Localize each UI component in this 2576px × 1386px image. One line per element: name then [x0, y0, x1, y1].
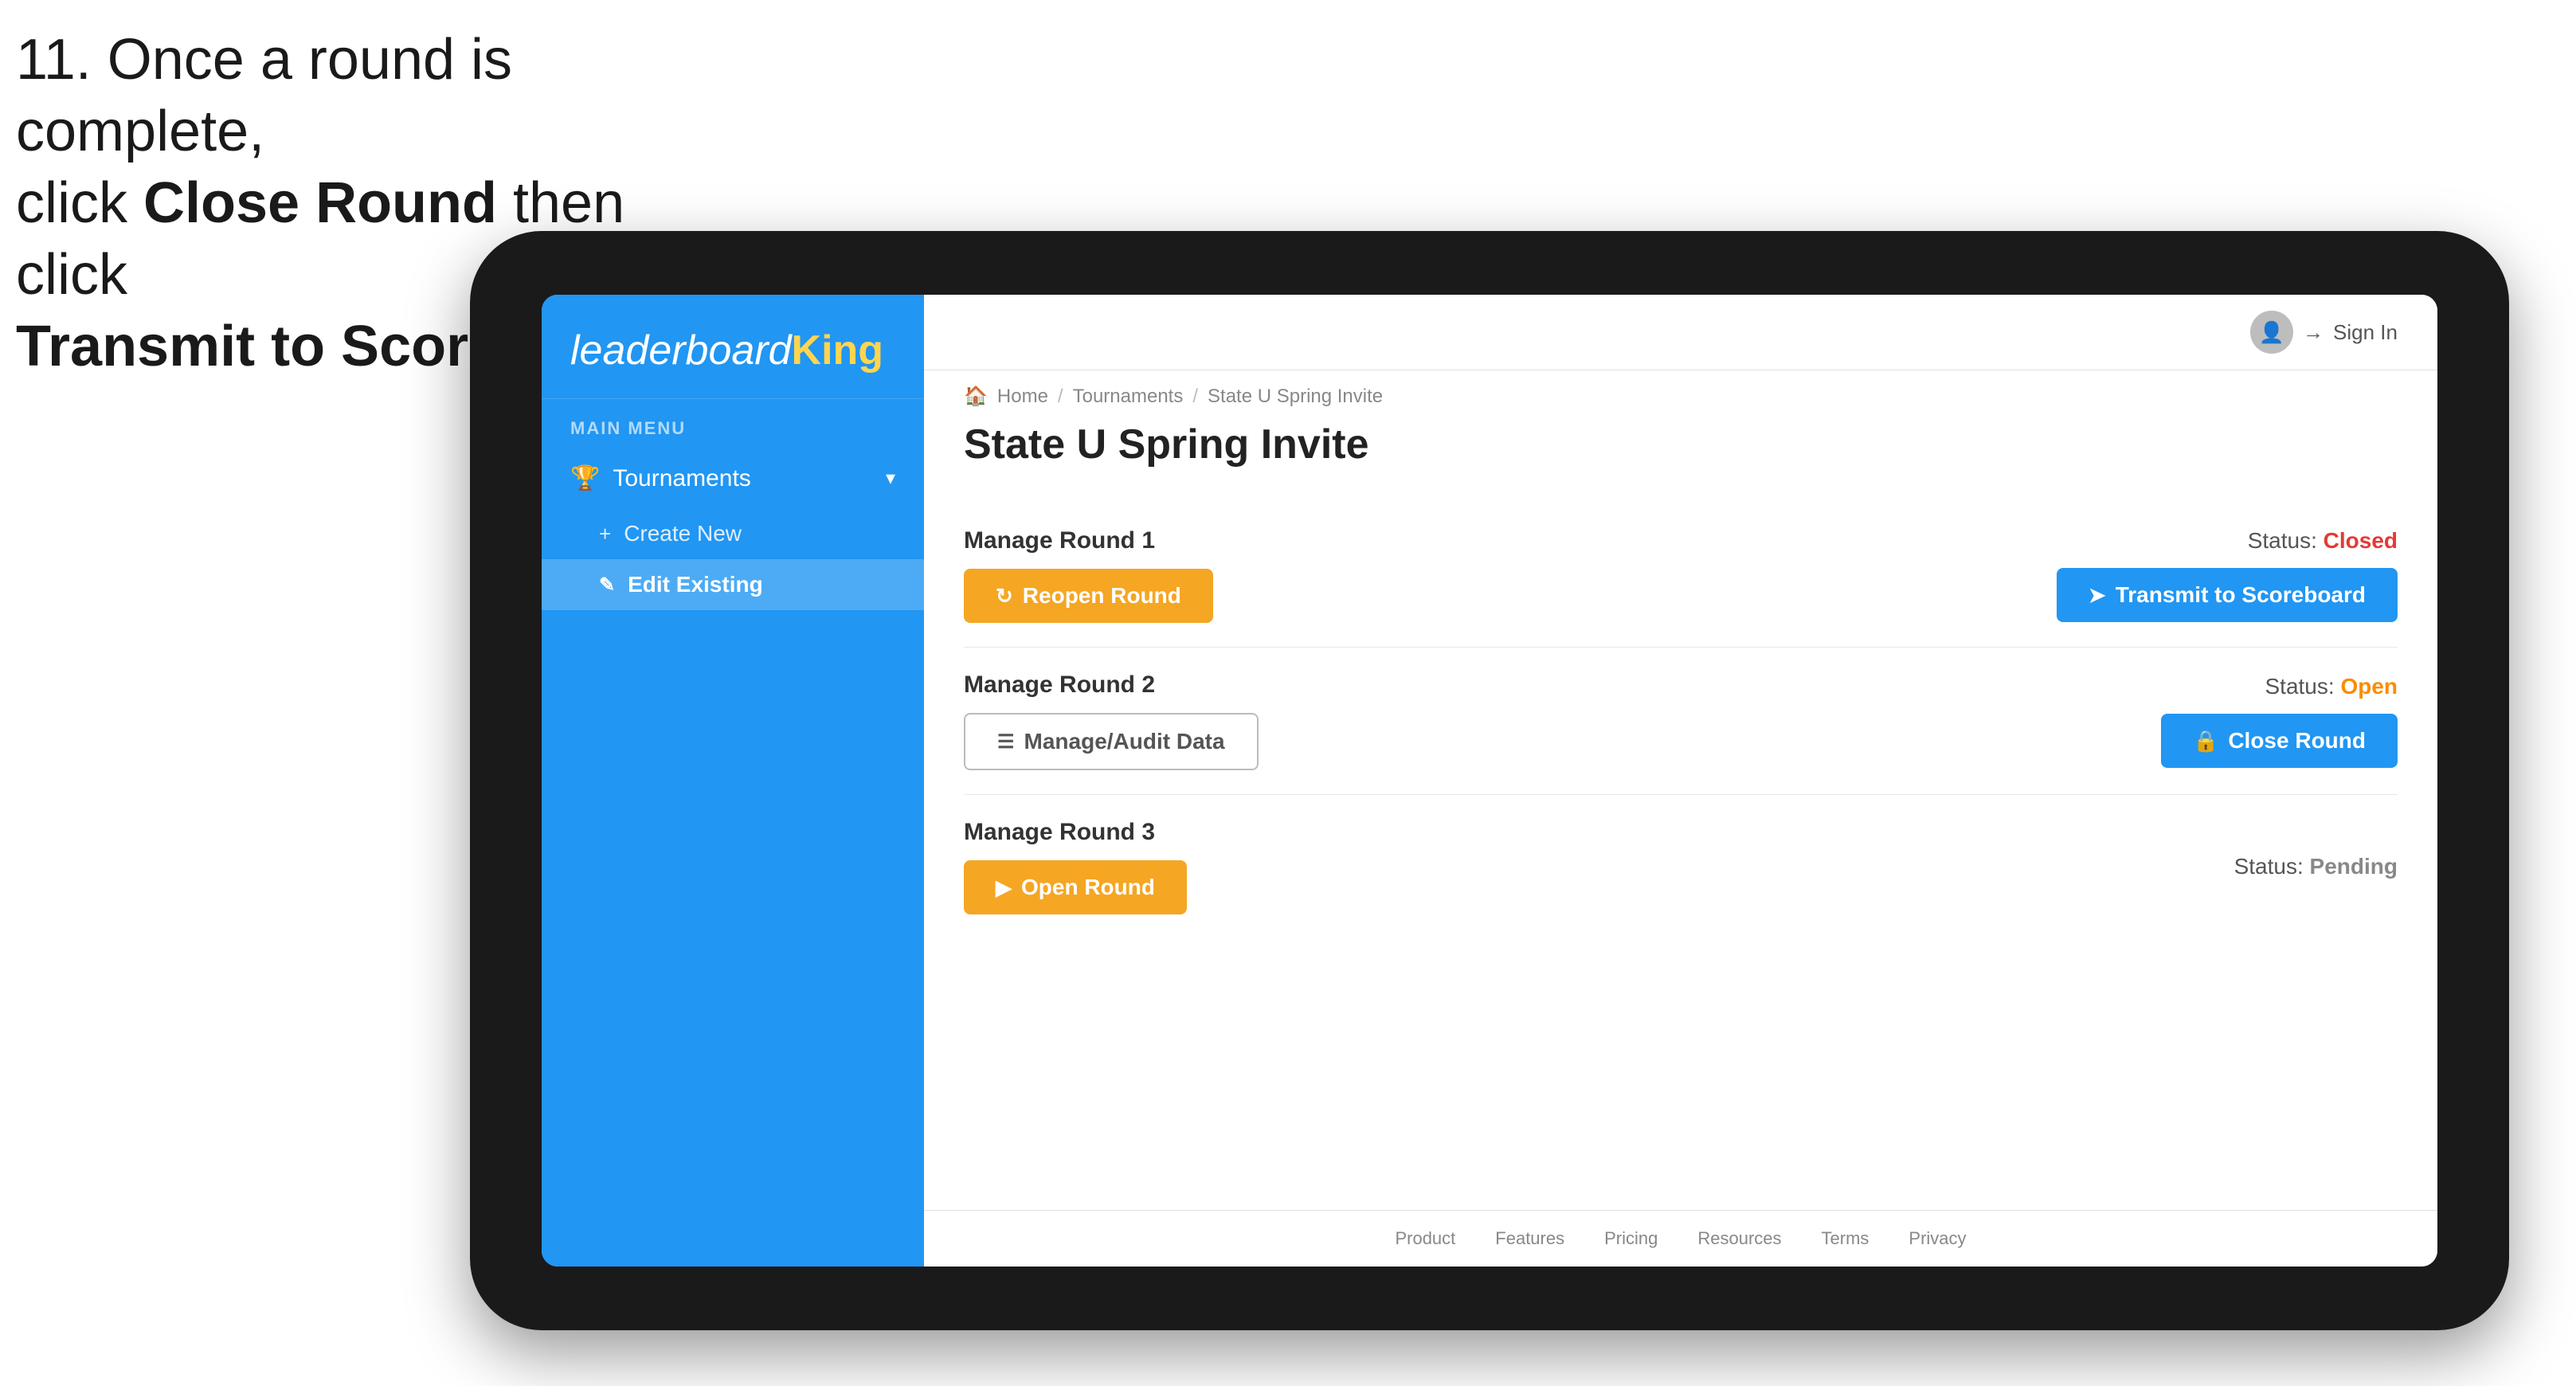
round-1-status: Status: Closed [2248, 528, 2398, 554]
trophy-icon: 🏆 [570, 464, 600, 492]
round-1-status-value: Closed [2323, 528, 2398, 553]
open-round-button[interactable]: ▶ Open Round [964, 860, 1187, 914]
chevron-down-icon: ▾ [886, 467, 895, 490]
main-content: 👤 → Sign In 🏠 Home / Tournaments / State… [924, 295, 2437, 1267]
round-3-left: Manage Round 3 ▶ Open Round [964, 819, 1187, 914]
footer-features[interactable]: Features [1495, 1228, 1564, 1249]
round-2-title: Manage Round 2 [964, 671, 1259, 699]
transmit-to-scoreboard-button[interactable]: ➤ Transmit to Scoreboard [2057, 568, 2398, 622]
page-title: State U Spring Invite [924, 414, 2437, 487]
sidebar-subitem-create-new-label: Create New [624, 521, 742, 546]
round-2-status: Status: Open [2265, 674, 2398, 699]
sidebar-menu-label: MAIN MENU [542, 399, 924, 448]
round-3-title: Manage Round 3 [964, 819, 1187, 846]
sign-in-button[interactable]: 👤 → Sign In [2250, 311, 2398, 354]
open-round-label: Open Round [1021, 875, 1155, 900]
open-icon: ▶ [996, 875, 1012, 900]
top-bar: 👤 → Sign In [924, 295, 2437, 370]
round-3-card: Manage Round 3 ▶ Open Round Status: Pend… [964, 795, 2398, 938]
plus-icon: + [599, 522, 611, 546]
edit-icon: ✎ [599, 574, 615, 597]
footer-privacy[interactable]: Privacy [1909, 1228, 1966, 1249]
transmit-label: Transmit to Scoreboard [2116, 582, 2366, 608]
instruction-bold1: Close Round [143, 171, 497, 235]
round-3-status-label: Status: [2234, 854, 2304, 879]
round-1-left: Manage Round 1 ↻ Reopen Round [964, 527, 1213, 623]
breadcrumb: 🏠 Home / Tournaments / State U Spring In… [924, 370, 2437, 414]
instruction-line1: 11. Once a round is complete, [16, 28, 512, 163]
instruction-line2: click [16, 171, 143, 235]
breadcrumb-sep2: / [1192, 386, 1198, 408]
round-2-status-label: Status: [2265, 674, 2334, 699]
sidebar-subitem-create-new[interactable]: + Create New [542, 508, 924, 559]
sidebar-item-tournaments-left: 🏆 Tournaments [570, 464, 751, 492]
footer-terms[interactable]: Terms [1822, 1228, 1869, 1249]
round-2-card: Manage Round 2 ☰ Manage/Audit Data Statu… [964, 648, 2398, 795]
sidebar-item-tournaments-label: Tournaments [613, 465, 750, 492]
breadcrumb-sep1: / [1058, 386, 1063, 408]
round-1-right: Status: Closed ➤ Transmit to Scoreboard [2057, 528, 2398, 622]
round-3-status-value: Pending [2310, 854, 2398, 879]
breadcrumb-home-icon: 🏠 [964, 385, 988, 408]
logo: leaderboardKing [570, 327, 895, 374]
breadcrumb-tournaments-link[interactable]: Tournaments [1073, 386, 1184, 408]
breadcrumb-current: State U Spring Invite [1208, 386, 1383, 408]
reopen-round-label: Reopen Round [1023, 583, 1181, 609]
round-1-card: Manage Round 1 ↻ Reopen Round Status: Cl… [964, 503, 2398, 648]
manage-audit-label: Manage/Audit Data [1024, 729, 1225, 754]
sidebar-subitem-edit-existing[interactable]: ✎ Edit Existing [542, 559, 924, 610]
tablet-screen: leaderboardKing MAIN MENU 🏆 Tournaments … [542, 295, 2437, 1267]
reopen-round-button[interactable]: ↻ Reopen Round [964, 569, 1213, 623]
avatar: 👤 [2250, 311, 2293, 354]
sign-in-label: → [2303, 320, 2323, 345]
app-container: leaderboardKing MAIN MENU 🏆 Tournaments … [542, 295, 2437, 1267]
breadcrumb-home-link[interactable]: Home [997, 386, 1048, 408]
logo-king: King [792, 327, 884, 374]
footer-resources[interactable]: Resources [1697, 1228, 1781, 1249]
round-2-left: Manage Round 2 ☰ Manage/Audit Data [964, 671, 1259, 770]
footer-product[interactable]: Product [1395, 1228, 1455, 1249]
close-round-button[interactable]: 🔒 Close Round [2161, 714, 2398, 768]
round-1-title: Manage Round 1 [964, 527, 1213, 554]
footer: Product Features Pricing Resources Terms… [924, 1210, 2437, 1267]
refresh-icon: ↻ [996, 584, 1013, 609]
round-3-right: Status: Pending [2234, 854, 2398, 879]
tablet-device: leaderboardKing MAIN MENU 🏆 Tournaments … [470, 231, 2509, 1330]
sidebar-logo: leaderboardKing [542, 295, 924, 399]
sidebar-subitem-edit-existing-label: Edit Existing [628, 572, 763, 597]
transmit-icon: ➤ [2089, 583, 2106, 608]
sign-in-text: Sign In [2333, 320, 2398, 345]
lock-icon: 🔒 [2193, 729, 2218, 754]
manage-audit-data-button[interactable]: ☰ Manage/Audit Data [964, 713, 1259, 770]
logo-leaderboard: leaderboard [570, 327, 792, 374]
close-round-label: Close Round [2228, 728, 2366, 754]
round-1-status-label: Status: [2248, 528, 2317, 553]
sidebar-item-tournaments[interactable]: 🏆 Tournaments ▾ [542, 448, 924, 508]
sidebar: leaderboardKing MAIN MENU 🏆 Tournaments … [542, 295, 924, 1267]
content-body: Manage Round 1 ↻ Reopen Round Status: Cl… [924, 487, 2437, 1210]
round-2-status-value: Open [2340, 674, 2398, 699]
round-3-status: Status: Pending [2234, 854, 2398, 879]
footer-pricing[interactable]: Pricing [1604, 1228, 1658, 1249]
round-2-right: Status: Open 🔒 Close Round [2161, 674, 2398, 768]
user-icon: 👤 [2259, 320, 2284, 345]
list-icon: ☰ [997, 730, 1015, 754]
